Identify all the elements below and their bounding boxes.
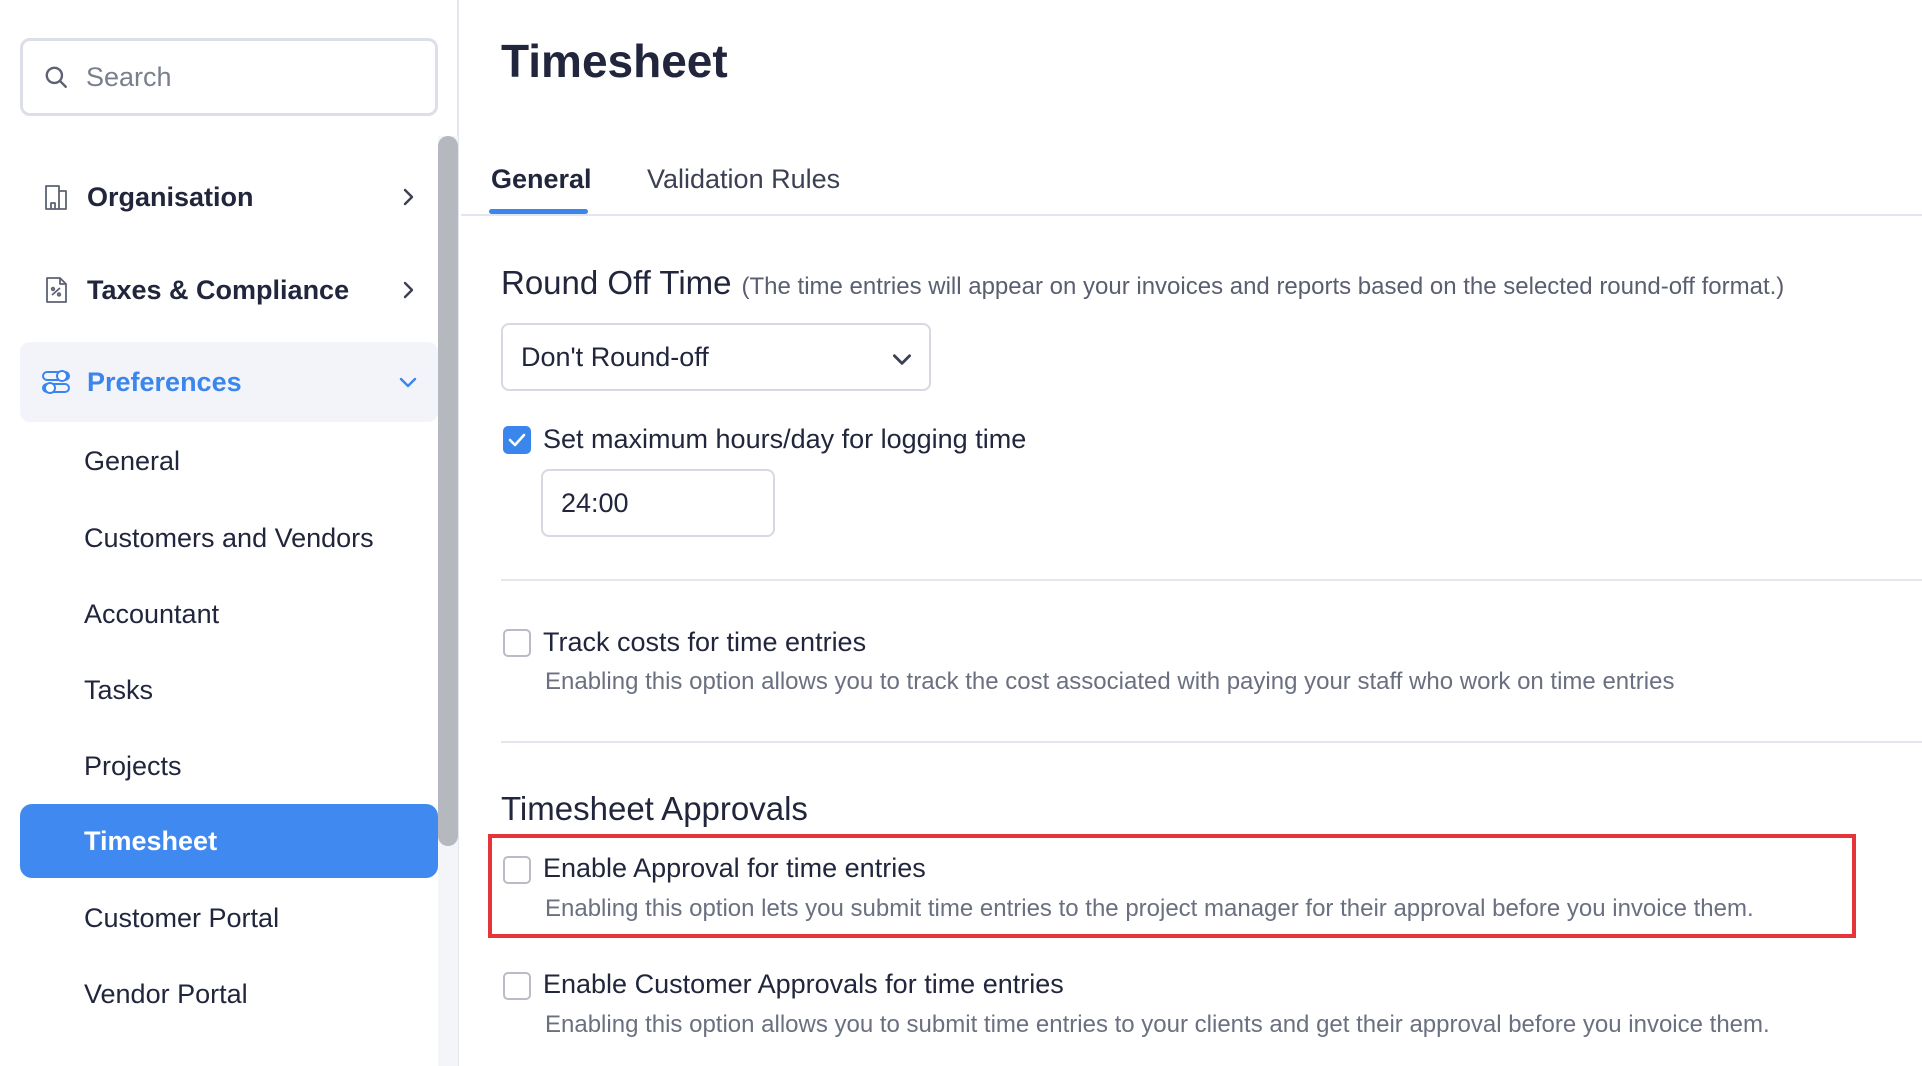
search-icon — [45, 66, 67, 88]
max-hours-label: Set maximum hours/day for logging time — [543, 424, 1027, 454]
sidebar-subitem-tasks[interactable]: Tasks — [20, 653, 438, 727]
checkmark-icon — [508, 433, 526, 447]
enable-approval-checkbox[interactable] — [503, 856, 531, 884]
max-hours-checkbox[interactable] — [503, 426, 531, 454]
tab-general[interactable]: General — [491, 164, 592, 195]
round-off-selected-value: Don't Round-off — [521, 341, 709, 372]
main-content: Timesheet General Validation Rules Round… — [461, 0, 1922, 1066]
max-hours-input[interactable]: 24:00 — [541, 469, 775, 537]
enable-approval-label: Enable Approval for time entries — [543, 853, 926, 883]
sidebar-item-taxes-compliance[interactable]: Taxes & Compliance — [20, 250, 438, 330]
preferences-icon — [40, 366, 72, 398]
page-title: Timesheet — [501, 35, 728, 87]
tab-validation-rules[interactable]: Validation Rules — [647, 164, 840, 195]
sidebar-subitem-customers-vendors[interactable]: Customers and Vendors — [20, 501, 438, 575]
divider — [501, 741, 1922, 743]
approvals-heading: Timesheet Approvals — [501, 790, 808, 827]
sidebar-subitem-vendor-portal[interactable]: Vendor Portal — [20, 957, 438, 1031]
sidebar-item-label: Taxes & Compliance — [87, 274, 350, 305]
round-off-select[interactable]: Don't Round-off — [501, 323, 931, 391]
settings-sidebar: Search Organisation Taxes & Compliance P… — [0, 0, 459, 1066]
track-costs-description: Enabling this option allows you to track… — [545, 668, 1675, 695]
track-costs-label: Track costs for time entries — [543, 627, 867, 657]
sidebar-subitem-projects[interactable]: Projects — [20, 729, 438, 803]
sidebar-subitem-accountant[interactable]: Accountant — [20, 577, 438, 651]
scrollbar-thumb[interactable] — [438, 136, 458, 846]
sidebar-subitem-general[interactable]: General — [20, 424, 438, 498]
customer-approval-description: Enabling this option allows you to submi… — [545, 1011, 1770, 1038]
sidebar-item-label: Organisation — [87, 181, 254, 212]
round-off-title: Round Off Time — [501, 264, 732, 301]
sidebar-scrollbar[interactable] — [438, 136, 458, 1066]
active-tab-indicator — [489, 209, 588, 214]
chevron-right-icon — [403, 188, 414, 206]
sidebar-item-preferences[interactable]: Preferences — [20, 342, 438, 422]
track-costs-checkbox[interactable] — [503, 629, 531, 657]
round-off-note: (The time entries will appear on your in… — [741, 273, 1785, 300]
chevron-right-icon — [403, 281, 414, 299]
enable-approval-description: Enabling this option lets you submit tim… — [545, 895, 1754, 922]
chevron-down-icon — [399, 377, 417, 388]
chevron-down-icon — [893, 354, 911, 365]
tax-document-icon — [40, 274, 72, 306]
sidebar-subitem-timesheet[interactable]: Timesheet — [20, 804, 438, 878]
customer-approval-label: Enable Customer Approvals for time entri… — [543, 969, 1064, 999]
customer-approval-checkbox[interactable] — [503, 972, 531, 1000]
sidebar-item-label: Preferences — [87, 366, 242, 397]
search-box[interactable]: Search — [20, 38, 438, 116]
round-off-heading: Round Off Time (The time entries will app… — [501, 264, 1784, 302]
building-icon — [40, 181, 72, 213]
divider — [501, 579, 1922, 581]
tab-bar: General Validation Rules — [461, 156, 1922, 216]
sidebar-subitem-customer-portal[interactable]: Customer Portal — [20, 881, 438, 955]
sidebar-item-organisation[interactable]: Organisation — [20, 157, 438, 237]
search-input[interactable]: Search — [86, 62, 172, 93]
